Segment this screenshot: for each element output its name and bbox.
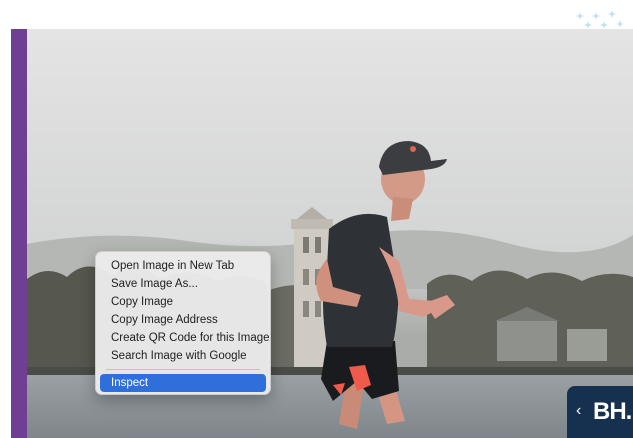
menu-item-open-image-new-tab[interactable]: Open Image in New Tab bbox=[100, 257, 266, 275]
sparkles-icon bbox=[575, 6, 623, 30]
menu-item-copy-image[interactable]: Copy Image bbox=[100, 293, 266, 311]
chevron-left-icon[interactable]: ‹ bbox=[576, 402, 581, 420]
brand-logo: BH. bbox=[593, 398, 632, 425]
menu-item-search-image-google[interactable]: Search Image with Google bbox=[100, 347, 266, 365]
menu-item-copy-image-address[interactable]: Copy Image Address bbox=[100, 311, 266, 329]
context-menu: Open Image in New Tab Save Image As... C… bbox=[95, 251, 271, 395]
menu-item-inspect[interactable]: Inspect bbox=[100, 374, 266, 392]
brand-badge[interactable]: ‹ BH. bbox=[567, 386, 633, 438]
menu-separator bbox=[106, 369, 260, 370]
accent-bar bbox=[11, 29, 27, 438]
menu-item-create-qr-code[interactable]: Create QR Code for this Image bbox=[100, 329, 270, 347]
menu-item-save-image-as[interactable]: Save Image As... bbox=[100, 275, 266, 293]
